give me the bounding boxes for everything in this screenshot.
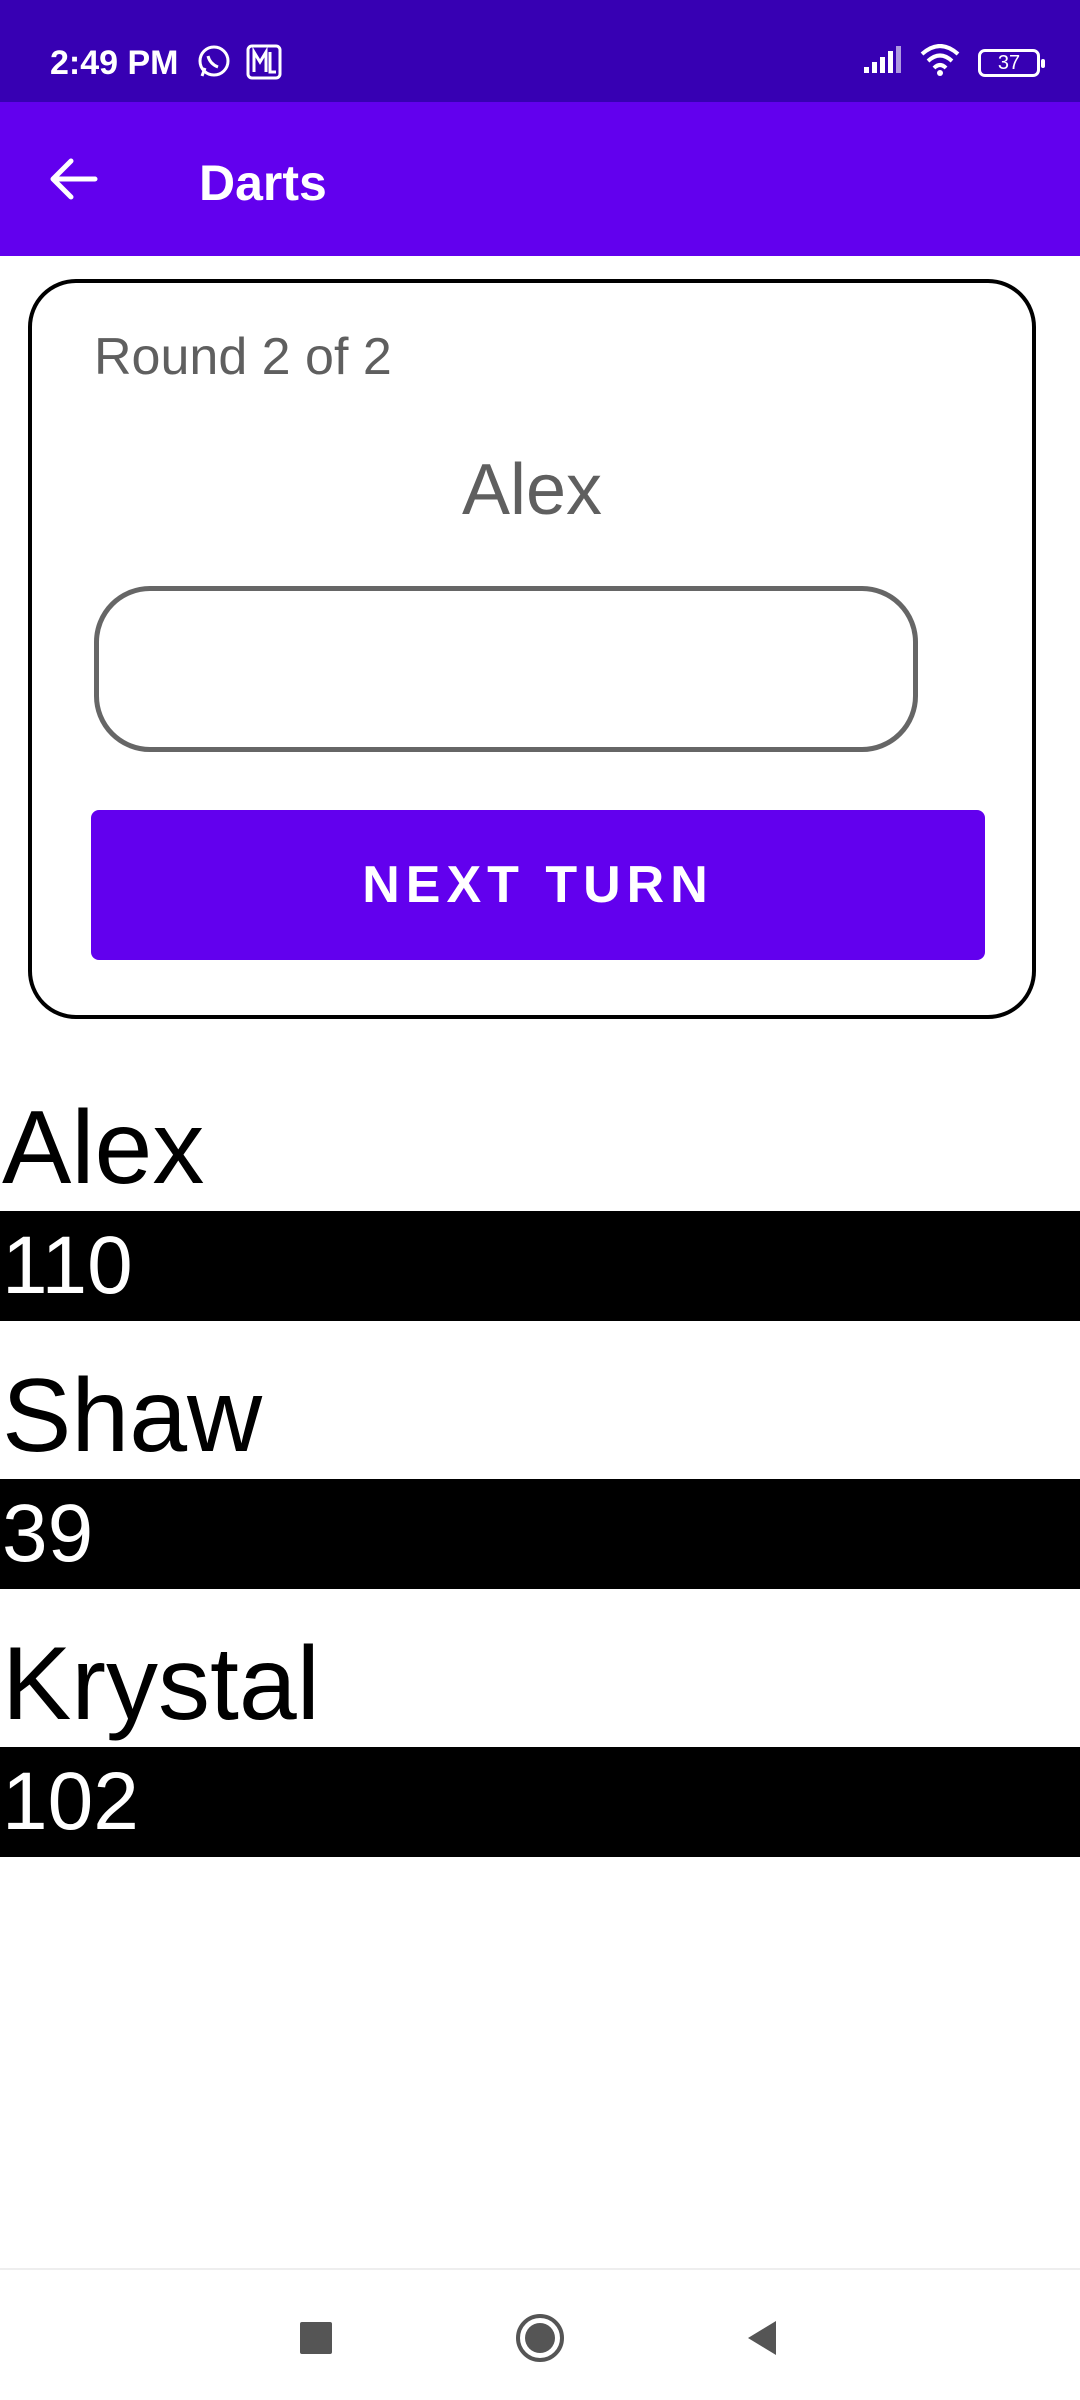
- player-name: Krystal: [2, 1626, 320, 1742]
- round-label: Round 2 of 2: [94, 328, 392, 386]
- arrow-back-icon: [50, 158, 98, 200]
- player-score: 102: [0, 1747, 1080, 1857]
- home-circle-icon: [516, 2314, 564, 2362]
- battery-level: 37: [997, 51, 1021, 74]
- battery-icon: 37: [978, 48, 1045, 77]
- signal-icon: [862, 45, 902, 80]
- status-bar: 2:49 PM 37: [0, 0, 1080, 102]
- recents-button[interactable]: [288, 2310, 344, 2366]
- recents-square-icon: [300, 2322, 332, 2354]
- back-button[interactable]: [44, 149, 104, 209]
- back-triangle-icon: [748, 2321, 776, 2355]
- next-turn-button[interactable]: NEXT TURN: [91, 810, 985, 960]
- player-entry: Alex 110: [0, 1085, 1080, 1321]
- app-title: Darts: [199, 155, 327, 211]
- player-list: Alex 110 Shaw 39 Krystal 102: [0, 1085, 1080, 1889]
- whatsapp-icon: [196, 44, 232, 85]
- app-bar: Darts: [0, 102, 1080, 256]
- player-entry: Shaw 39: [0, 1353, 1080, 1589]
- player-score: 39: [0, 1479, 1080, 1589]
- status-left-icons: [196, 44, 282, 85]
- player-entry: Krystal 102: [0, 1621, 1080, 1857]
- system-nav-bar: [0, 2268, 1080, 2400]
- status-right-icons: 37: [862, 44, 1045, 81]
- home-button[interactable]: [512, 2310, 568, 2366]
- status-time: 2:49 PM: [50, 44, 179, 82]
- player-score: 110: [0, 1211, 1080, 1321]
- notification-icon: [246, 44, 282, 85]
- player-name: Alex: [2, 1090, 205, 1206]
- current-player-name: Alex: [461, 450, 603, 530]
- score-input[interactable]: [94, 586, 918, 752]
- wifi-icon: [920, 44, 960, 81]
- turn-card: Round 2 of 2 Alex NEXT TURN: [28, 279, 1036, 1019]
- system-back-button[interactable]: [734, 2310, 790, 2366]
- player-name: Shaw: [2, 1358, 263, 1474]
